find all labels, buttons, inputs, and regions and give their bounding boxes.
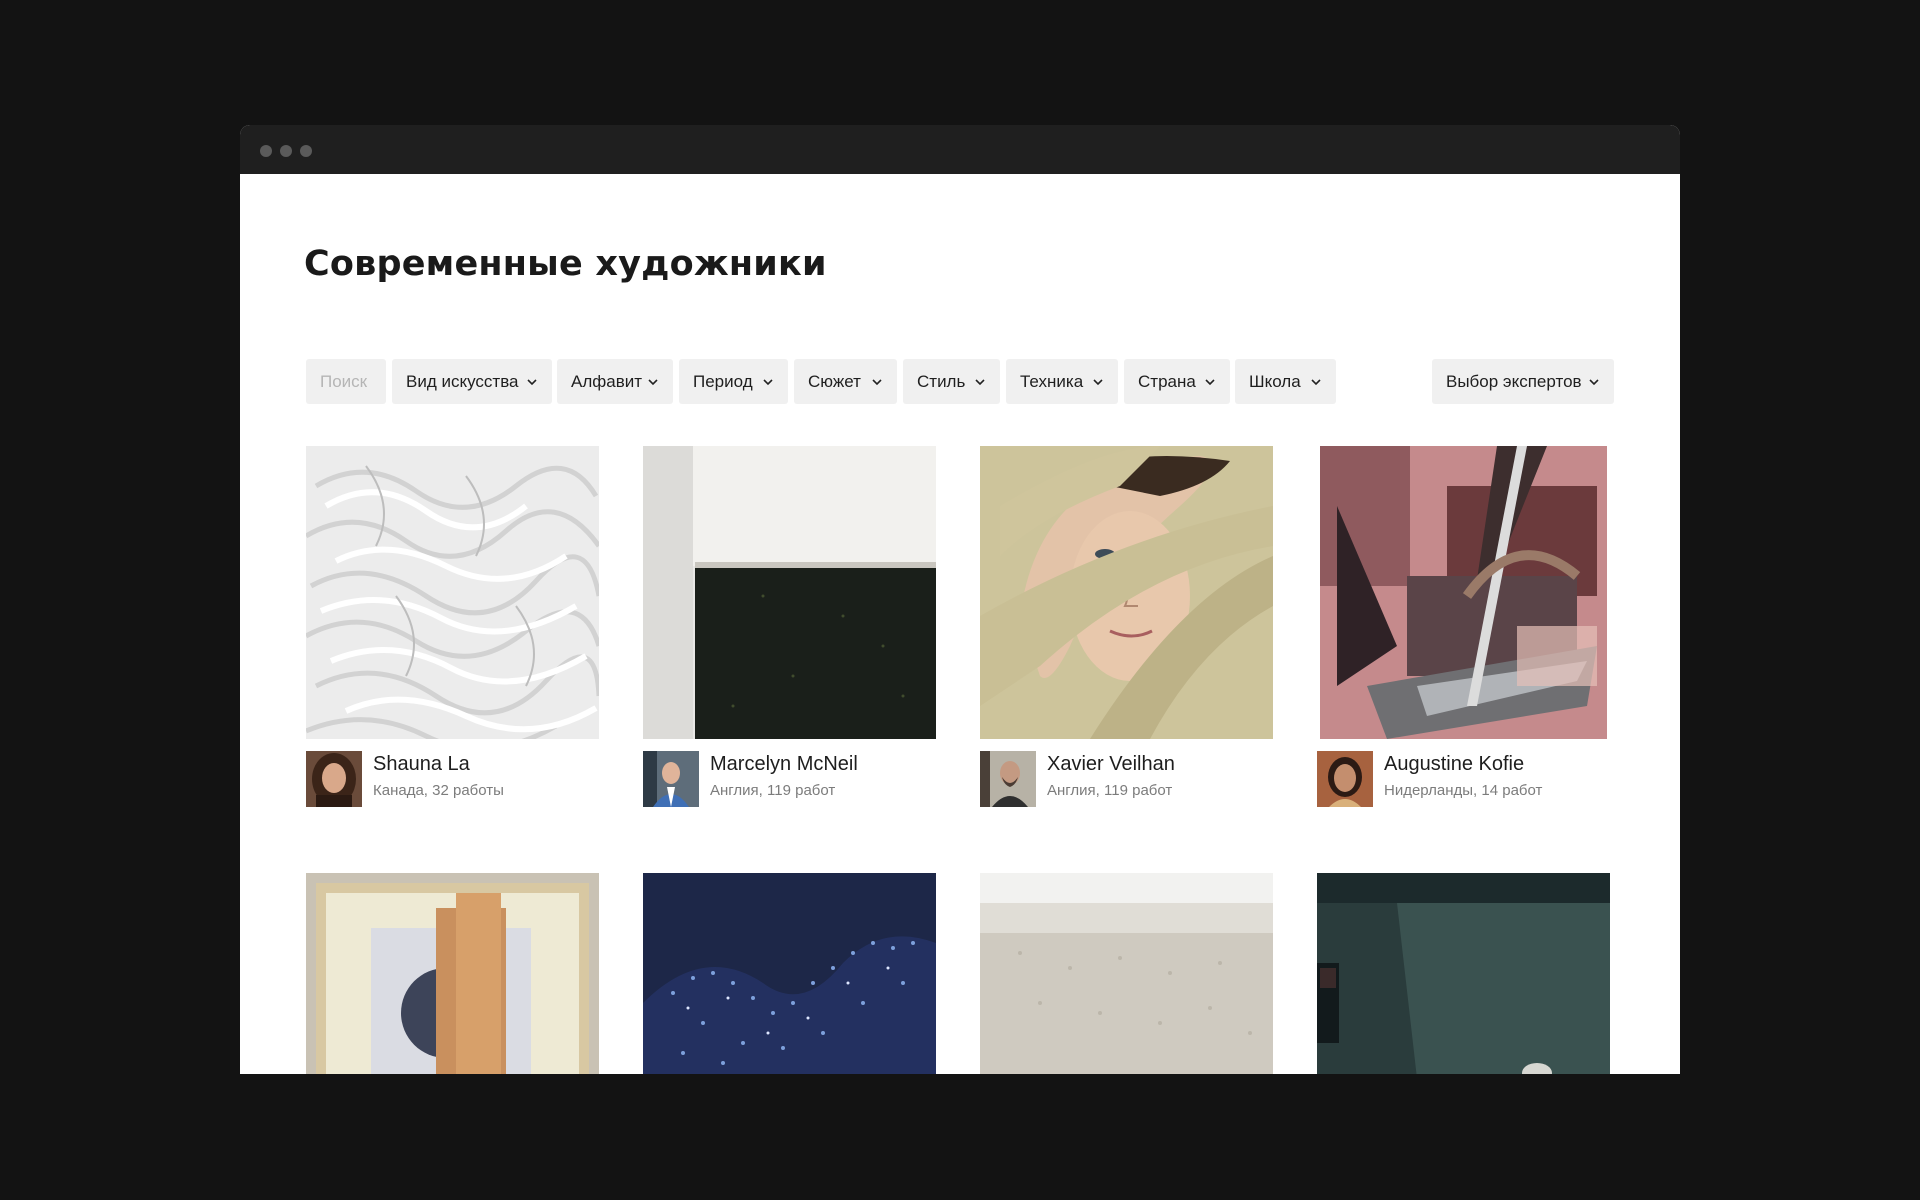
experts-choice-dropdown[interactable]: Выбор экспертов [1432, 359, 1614, 404]
artist-card[interactable]: Xavier Veilhan Англия, 119 работ [980, 446, 1273, 811]
filter-country[interactable]: Страна [1124, 359, 1230, 404]
artist-details: Нидерланды, 14 работ [1384, 782, 1543, 799]
artist-card[interactable]: Augustine Kofie Нидерланды, 14 работ [1317, 446, 1610, 811]
chevron-down-icon [1092, 376, 1104, 388]
artwork-image[interactable] [980, 446, 1273, 739]
artwork-image[interactable] [643, 873, 936, 1074]
window-titlebar [240, 125, 1680, 174]
artwork-image[interactable] [306, 873, 599, 1074]
artist-card[interactable] [306, 873, 599, 1074]
search-input[interactable]: Поиск [306, 359, 386, 404]
artist-name[interactable]: Marcelyn McNeil [710, 753, 858, 776]
filter-style[interactable]: Стиль [903, 359, 1000, 404]
window-dot-icon[interactable] [300, 145, 312, 157]
artwork-image[interactable] [980, 873, 1273, 1074]
artist-avatar[interactable] [306, 751, 362, 807]
artwork-image[interactable] [306, 446, 599, 739]
page-title: Современные художники [304, 244, 827, 284]
artist-avatar[interactable] [980, 751, 1036, 807]
filter-label: Страна [1138, 371, 1196, 391]
window-dot-icon[interactable] [280, 145, 292, 157]
page-content: Современные художники Поиск Вид искусств… [240, 174, 1680, 1074]
artist-avatar[interactable] [643, 751, 699, 807]
filter-technique[interactable]: Техника [1006, 359, 1118, 404]
chevron-down-icon [1310, 376, 1322, 388]
artwork-image[interactable] [643, 446, 936, 739]
filter-art-type[interactable]: Вид искусства [392, 359, 552, 404]
filter-bar: Поиск Вид искусства Алфавит Период Сюжет… [306, 359, 1614, 404]
chevron-down-icon [1204, 376, 1216, 388]
artist-details: Канада, 32 работы [373, 782, 504, 799]
filter-label: Период [693, 371, 753, 391]
search-placeholder: Поиск [320, 371, 368, 391]
filter-label: Техника [1020, 371, 1084, 391]
filter-label: Алфавит [571, 371, 643, 391]
artist-card[interactable]: Shauna La Канада, 32 работы [306, 446, 599, 811]
filter-label: Стиль [917, 371, 966, 391]
chevron-down-icon [871, 376, 883, 388]
filter-label: Школа [1249, 371, 1301, 391]
filter-label: Сюжет [808, 371, 861, 391]
artist-name[interactable]: Augustine Kofie [1384, 753, 1524, 776]
filter-subject[interactable]: Сюжет [794, 359, 897, 404]
artwork-image[interactable] [1317, 446, 1610, 739]
filter-label: Выбор экспертов [1446, 371, 1582, 391]
artist-name[interactable]: Shauna La [373, 753, 470, 776]
filter-school[interactable]: Школа [1235, 359, 1336, 404]
artist-details: Англия, 119 работ [1047, 782, 1173, 799]
chevron-down-icon [526, 376, 538, 388]
window-dot-icon[interactable] [260, 145, 272, 157]
filter-period[interactable]: Период [679, 359, 788, 404]
chevron-down-icon [1588, 376, 1600, 388]
artist-card[interactable] [643, 873, 936, 1074]
chevron-down-icon [647, 376, 659, 388]
artwork-image[interactable] [1317, 873, 1610, 1074]
chevron-down-icon [974, 376, 986, 388]
artist-card[interactable] [1317, 873, 1610, 1074]
artist-card[interactable]: Marcelyn McNeil Англия, 119 работ [643, 446, 936, 811]
artist-avatar[interactable] [1317, 751, 1373, 807]
filter-label: Вид искусства [406, 371, 519, 391]
artist-name[interactable]: Xavier Veilhan [1047, 753, 1175, 776]
filter-alphabet[interactable]: Алфавит [557, 359, 673, 404]
artist-card[interactable] [980, 873, 1273, 1074]
chevron-down-icon [762, 376, 774, 388]
artist-details: Англия, 119 работ [710, 782, 836, 799]
browser-window: Современные художники Поиск Вид искусств… [240, 125, 1680, 1074]
